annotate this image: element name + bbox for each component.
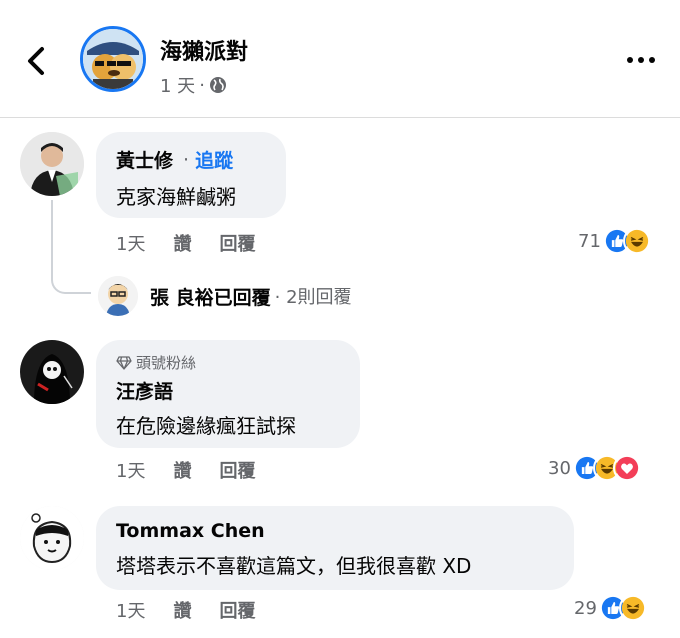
diamond-icon (116, 355, 132, 370)
comment-text: 塔塔表示不喜歡這篇文，但我很喜歡 XD (116, 554, 472, 578)
thread-connector (51, 200, 91, 294)
commenter-avatar[interactable] (20, 506, 84, 570)
commenter-avatar[interactable] (20, 340, 84, 404)
comment-author[interactable]: Tommax Chen (116, 520, 265, 542)
commenter-avatar[interactable] (20, 132, 84, 196)
comment-actions: 1天 讚 回覆 (116, 230, 255, 256)
avatar-cartoon (20, 506, 84, 570)
reaction-count: 30 (548, 457, 571, 479)
comment-author[interactable]: 黃士修 (116, 146, 173, 173)
comment-text: 克家海鮮鹹粥 (116, 185, 236, 209)
reply-count: · 2則回覆 (274, 287, 352, 308)
comment-time[interactable]: 1天 (116, 457, 145, 483)
like-button[interactable]: 讚 (173, 230, 191, 256)
reply-avatar (98, 276, 138, 316)
more-options-button[interactable] (624, 50, 658, 70)
reply-button[interactable]: 回覆 (219, 230, 255, 256)
comment-bubble: 黃士修 · 追蹤 克家海鮮鹹粥 (96, 132, 286, 218)
haha-reaction-icon (622, 227, 651, 255)
badge-label: 頭號粉絲 (136, 354, 197, 372)
comment-time[interactable]: 1天 (116, 597, 145, 623)
avatar-photo (20, 132, 84, 196)
like-button[interactable]: 讚 (173, 457, 191, 483)
haha-reaction-icon (618, 594, 647, 622)
follow-button[interactable]: 追蹤 (195, 146, 233, 173)
meta-separator: · (199, 74, 205, 96)
avatar-illustration (20, 340, 84, 404)
otter-logo-image (83, 29, 143, 89)
reaction-summary[interactable]: 30 (548, 454, 641, 482)
post-header: 海獺派對 1 天 · (0, 0, 680, 118)
post-time[interactable]: 1 天 (160, 72, 195, 98)
reaction-count: 29 (574, 597, 597, 619)
reaction-summary[interactable]: 29 (574, 594, 647, 622)
comment-bubble: Tommax Chen 塔塔表示不喜歡這篇文，但我很喜歡 XD (96, 506, 574, 590)
comment-text: 在危險邊緣瘋狂試探 (116, 414, 296, 438)
more-dots-icon (627, 57, 655, 63)
page-title[interactable]: 海獺派對 (160, 34, 248, 66)
comment-time[interactable]: 1天 (116, 230, 145, 256)
love-reaction-icon (612, 454, 641, 482)
reply-button[interactable]: 回覆 (219, 457, 255, 483)
globe-icon (209, 77, 226, 93)
reply-author: 張 良裕已回覆 (150, 286, 271, 309)
chevron-left-icon (28, 47, 44, 75)
comment-actions: 1天 讚 回覆 (116, 457, 255, 483)
like-button[interactable]: 讚 (173, 597, 191, 623)
reply-button[interactable]: 回覆 (219, 597, 255, 623)
author-separator: · (183, 148, 190, 171)
comment-actions: 1天 讚 回覆 (116, 597, 255, 623)
post-meta: 1 天 · (160, 72, 227, 98)
page-avatar[interactable] (80, 26, 146, 92)
back-button[interactable] (22, 44, 52, 78)
top-fan-badge: 頭號粉絲 (116, 352, 340, 373)
reaction-count: 71 (578, 230, 601, 252)
avatar-cartoon (98, 276, 138, 316)
reaction-summary[interactable]: 71 (578, 227, 651, 255)
comment-bubble: 頭號粉絲 汪彥語 在危險邊緣瘋狂試探 (96, 340, 360, 448)
comment-author[interactable]: 汪彥語 (116, 377, 173, 404)
reply-preview[interactable]: 張 良裕已回覆 · 2則回覆 (98, 276, 352, 316)
